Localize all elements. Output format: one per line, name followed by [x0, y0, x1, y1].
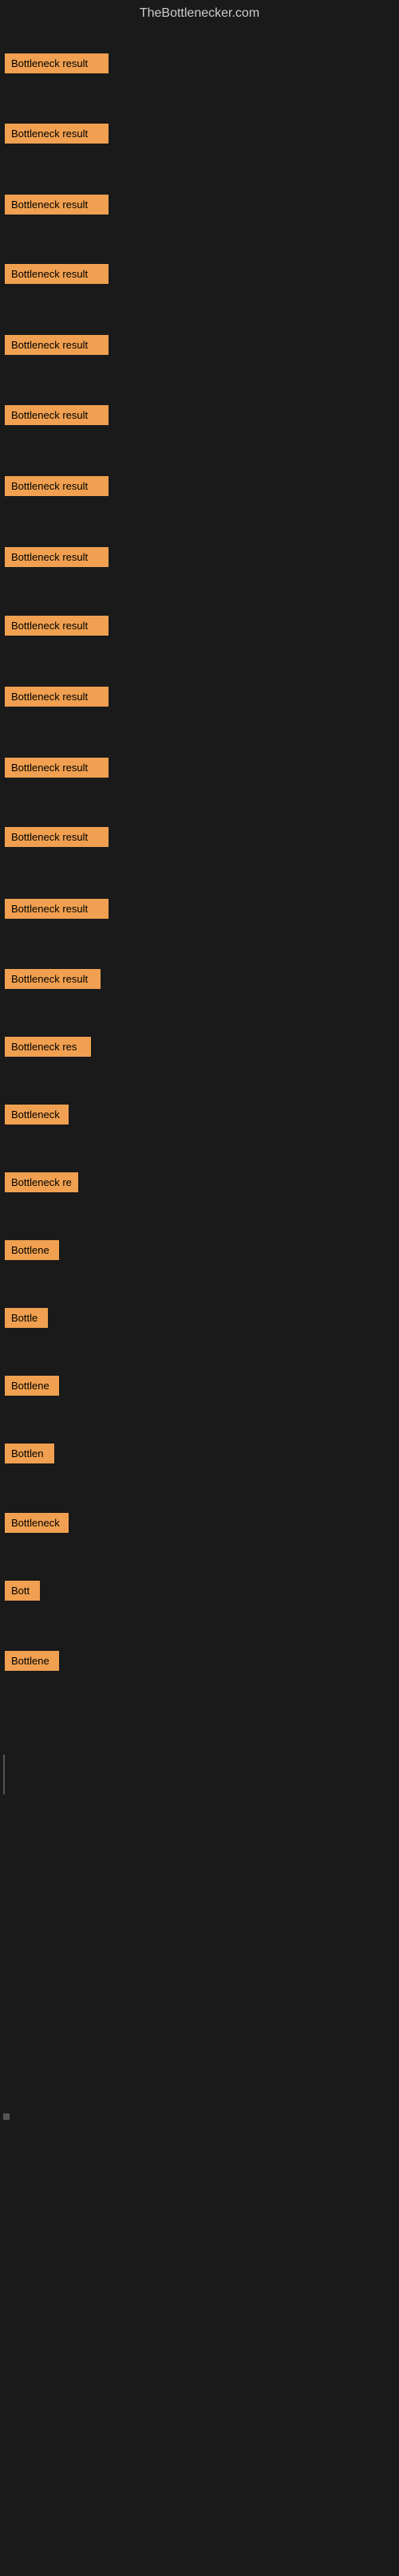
small-dot-indicator: [3, 2113, 10, 2120]
bottleneck-badge-22[interactable]: Bottleneck: [5, 1513, 69, 1533]
page-container: TheBottlenecker.com Bottleneck resultBot…: [0, 0, 399, 2576]
site-title: TheBottlenecker.com: [0, 0, 399, 24]
bottleneck-badge-21[interactable]: Bottlen: [5, 1444, 54, 1463]
bottleneck-badge-6[interactable]: Bottleneck result: [5, 405, 109, 425]
bottleneck-badge-19[interactable]: Bottle: [5, 1308, 48, 1328]
bottleneck-badge-16[interactable]: Bottleneck: [5, 1105, 69, 1125]
bottleneck-badge-8[interactable]: Bottleneck result: [5, 547, 109, 567]
bottleneck-badge-23[interactable]: Bott: [5, 1581, 40, 1601]
bottleneck-badge-12[interactable]: Bottleneck result: [5, 827, 109, 847]
vertical-indicator: [3, 1755, 5, 1794]
bottleneck-badge-24[interactable]: Bottlene: [5, 1651, 59, 1671]
bottleneck-badge-1[interactable]: Bottleneck result: [5, 53, 109, 73]
bottleneck-badge-9[interactable]: Bottleneck result: [5, 616, 109, 636]
bottleneck-badge-10[interactable]: Bottleneck result: [5, 687, 109, 707]
bottleneck-badge-4[interactable]: Bottleneck result: [5, 264, 109, 284]
bottleneck-badge-11[interactable]: Bottleneck result: [5, 758, 109, 778]
bottleneck-badge-5[interactable]: Bottleneck result: [5, 335, 109, 355]
bottleneck-badge-18[interactable]: Bottlene: [5, 1240, 59, 1260]
bottleneck-badge-7[interactable]: Bottleneck result: [5, 476, 109, 496]
bottleneck-badge-17[interactable]: Bottleneck re: [5, 1172, 78, 1192]
bottleneck-badge-2[interactable]: Bottleneck result: [5, 124, 109, 144]
bottleneck-badge-3[interactable]: Bottleneck result: [5, 195, 109, 215]
bottleneck-badge-13[interactable]: Bottleneck result: [5, 899, 109, 919]
bottleneck-badge-14[interactable]: Bottleneck result: [5, 969, 101, 989]
bottleneck-badge-20[interactable]: Bottlene: [5, 1376, 59, 1396]
bottleneck-badge-15[interactable]: Bottleneck res: [5, 1037, 91, 1057]
items-container: Bottleneck result Bottleneck result Bottle…: [0, 24, 399, 2576]
